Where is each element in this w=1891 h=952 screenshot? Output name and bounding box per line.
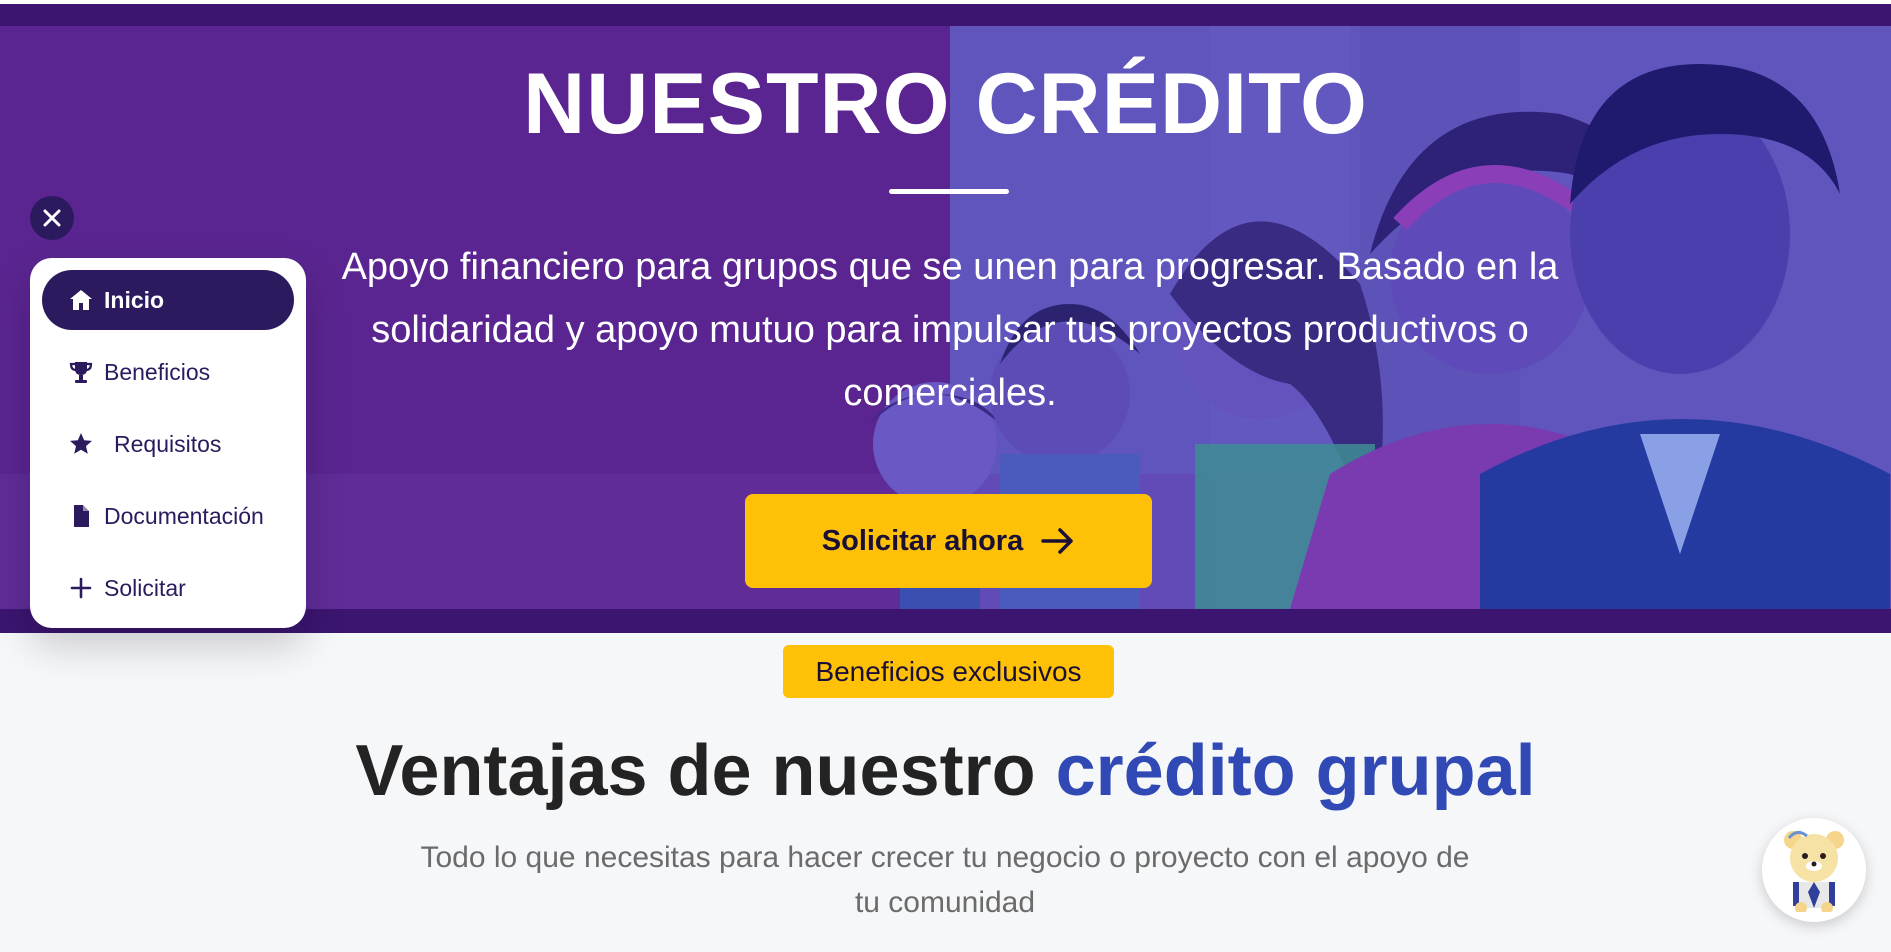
nav-item-label: Inicio: [104, 286, 165, 313]
plus-icon: [70, 577, 92, 599]
close-menu-button[interactable]: [30, 196, 74, 240]
chat-assistant-button[interactable]: [1762, 818, 1866, 922]
hero-title: NUESTRO CRÉDITO: [523, 56, 1368, 152]
nav-item-label: Requisitos: [114, 430, 222, 457]
hero-band-top: [0, 4, 1891, 26]
trophy-icon: [69, 362, 93, 383]
nav-item-beneficios[interactable]: Beneficios: [42, 342, 294, 402]
cta-label: Solicitar ahora: [821, 524, 1024, 557]
solicitar-ahora-button[interactable]: Solicitar ahora: [745, 494, 1152, 588]
arrow-right-icon: [1041, 528, 1073, 554]
close-icon: [43, 209, 61, 227]
beneficios-badge: Beneficios exclusivos: [783, 645, 1114, 698]
nav-item-inicio[interactable]: Inicio: [42, 270, 294, 330]
file-icon: [74, 505, 89, 527]
hero-divider: [889, 189, 1009, 194]
nav-item-documentacion[interactable]: Documentación: [42, 486, 294, 546]
section-subtitle: Todo lo que necesitas para hacer crecer …: [420, 841, 1470, 919]
home-icon: [70, 290, 92, 310]
nav-item-requisitos[interactable]: Requisitos: [42, 414, 294, 474]
nav-item-label: Solicitar: [104, 574, 186, 601]
nav-item-solicitar[interactable]: Solicitar: [42, 558, 294, 618]
hero-subtitle: Apoyo financiero para grupos que se unen…: [341, 246, 1559, 414]
bear-mascot-icon: [1784, 831, 1844, 912]
nav-item-label: Beneficios: [104, 358, 211, 385]
section-title-main: Ventajas de nuestro: [355, 731, 1056, 811]
floating-nav-menu: Inicio Beneficios Requisitos Documentaci…: [30, 258, 306, 628]
star-icon: [70, 433, 92, 454]
section-title: Ventajas de nuestro crédito grupal: [0, 723, 1891, 819]
nav-item-label: Documentación: [104, 502, 264, 529]
section-title-accent: crédito grupal: [1055, 731, 1536, 811]
